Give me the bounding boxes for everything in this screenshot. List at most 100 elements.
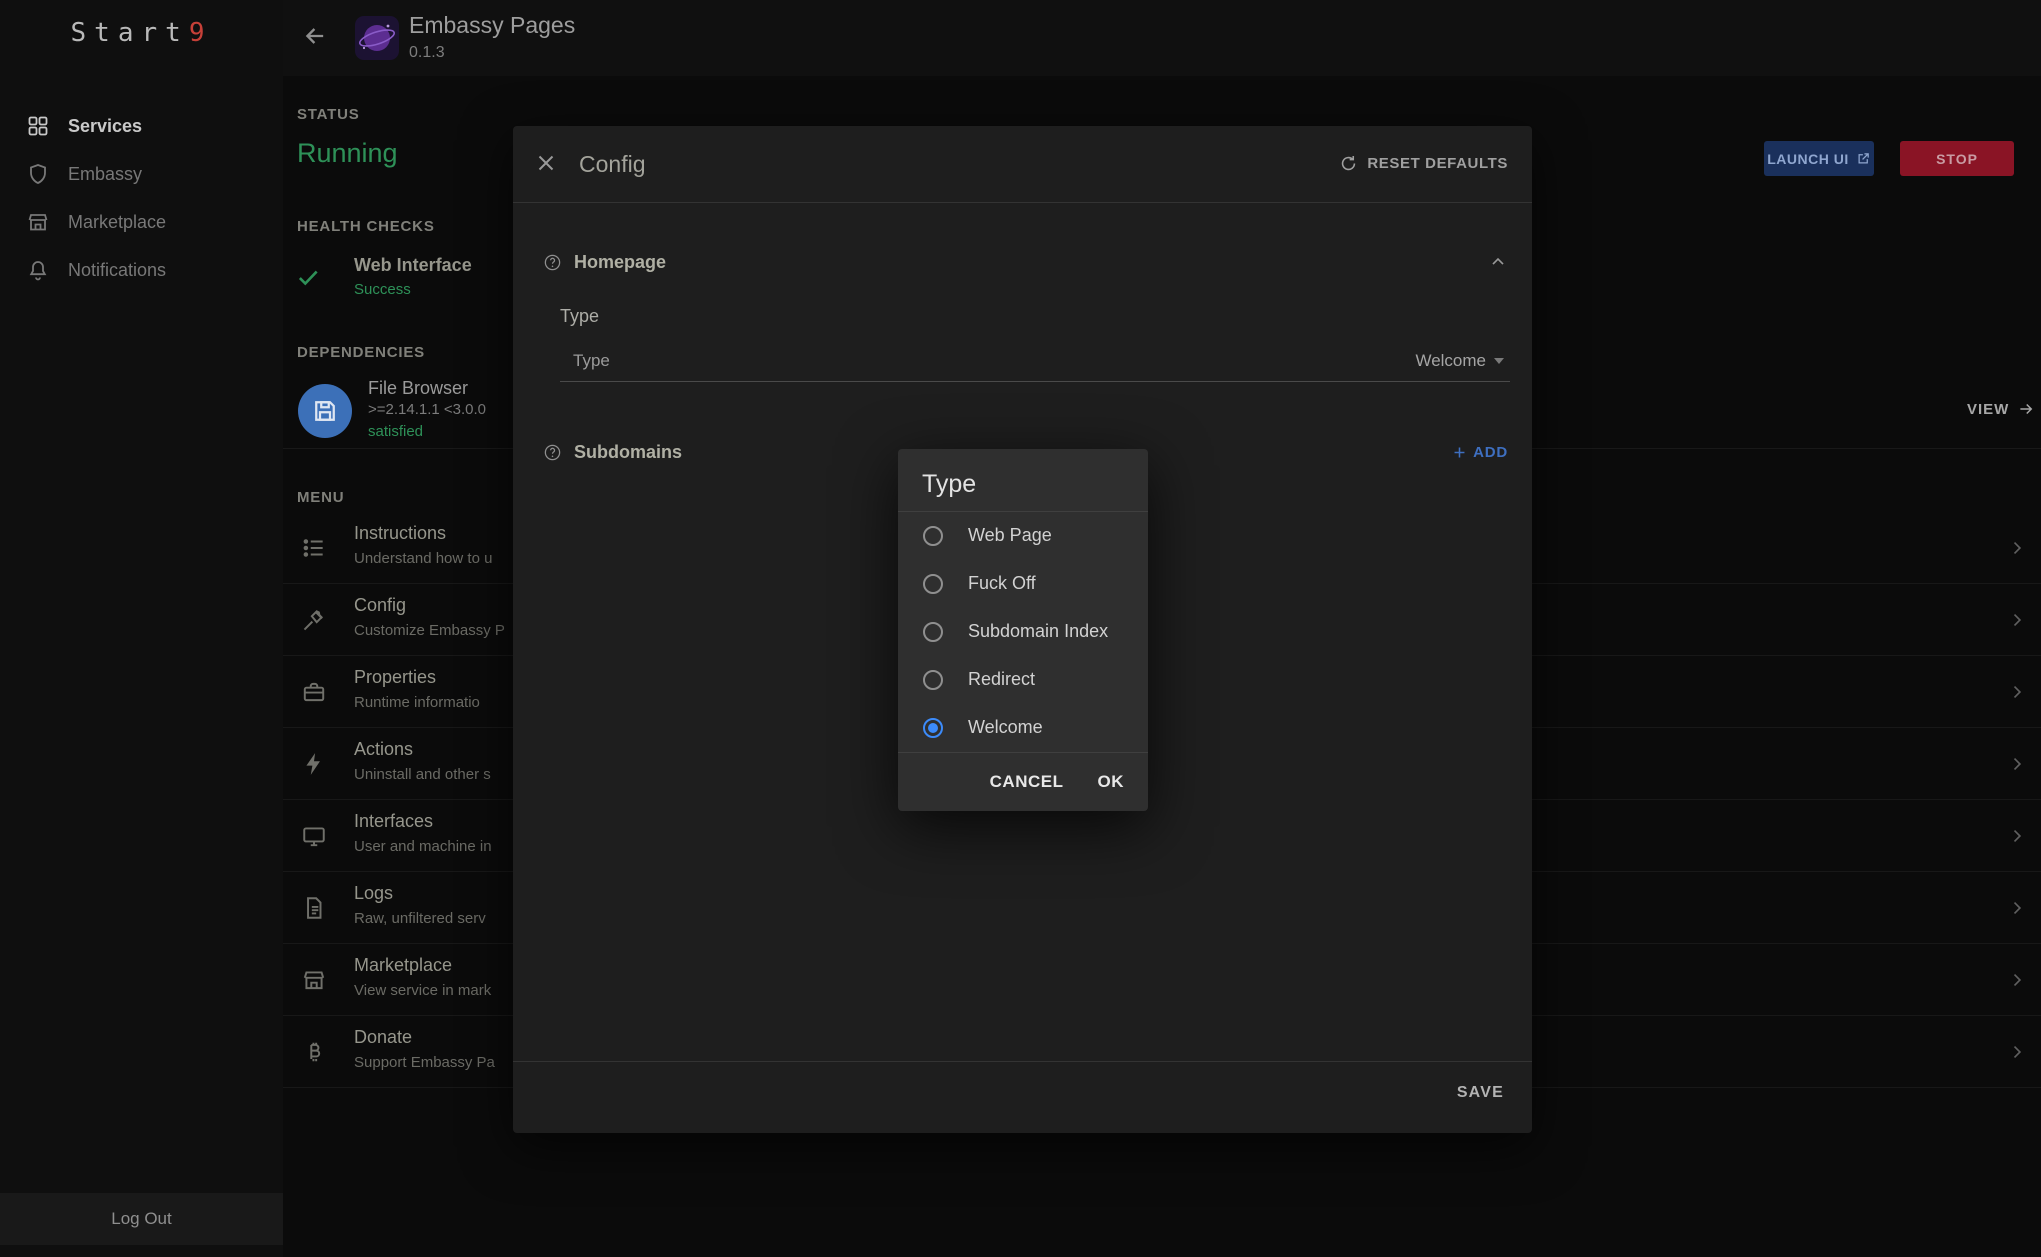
radio-option-welcome[interactable]: Welcome [898,704,1148,752]
menu-item-title: Donate [354,1027,412,1048]
config-modal-header: Config RESET DEFAULTS [513,126,1532,203]
health-check-name: Web Interface [354,255,472,276]
storefront-icon [301,967,327,993]
arrow-forward-icon [2017,400,2035,418]
sidebar-item-label: Embassy [68,164,142,185]
sidebar-item-label: Notifications [68,260,166,281]
plus-icon [1451,444,1468,461]
grid-icon [26,114,50,138]
back-arrow-icon[interactable] [301,22,333,54]
menu-item-description: Customize Embassy P [354,622,505,639]
radio-option-label: Redirect [968,669,1035,690]
chevron-right-icon [2007,898,2027,918]
radio-button[interactable] [923,526,943,546]
add-label: ADD [1473,444,1508,461]
lightning-icon [301,751,327,777]
launch-ui-label: LAUNCH UI [1767,151,1849,167]
menu-section-label: MENU [297,489,344,506]
sidebar-nav: Services Embassy Marketplace Notificatio… [0,102,283,294]
bell-icon [26,258,50,282]
radio-option-label: Subdomain Index [968,621,1108,642]
logo-accent: 9 [189,18,213,48]
service-app-icon [355,16,399,60]
chevron-right-icon [2007,970,2027,990]
menu-item-title: Config [354,595,406,616]
view-label: VIEW [1967,401,2009,418]
config-modal-footer: SAVE [513,1061,1532,1133]
dependency-version: >=2.14.1.1 <3.0.0 [368,401,486,418]
type-field-value: Welcome [1415,351,1486,371]
service-title: Embassy Pages [409,12,575,39]
chevron-right-icon [2007,538,2027,558]
sidebar-item-embassy[interactable]: Embassy [0,150,283,198]
status-section-label: STATUS [297,106,360,123]
briefcase-icon [301,679,327,705]
chevron-up-icon[interactable] [1488,252,1508,272]
logo-text: Start [71,18,189,48]
homepage-section-label: Homepage [574,252,666,273]
sidebar-item-marketplace[interactable]: Marketplace [0,198,283,246]
radio-option-web-page[interactable]: Web Page [898,512,1148,560]
caret-down-icon [1494,358,1504,364]
menu-item-title: Instructions [354,523,446,544]
chevron-right-icon [2007,826,2027,846]
menu-item-description: User and machine in [354,838,492,855]
config-modal-title: Config [579,151,645,178]
service-version: 0.1.3 [409,44,445,62]
menu-item-description: Runtime informatio [354,694,480,711]
stop-label: STOP [1936,151,1978,167]
cancel-button[interactable]: CANCEL [990,772,1064,792]
radio-option-label: Web Page [968,525,1052,546]
menu-item-description: Raw, unfiltered serv [354,910,486,927]
type-dialog: Type Web Page Fuck Off Subdomain Index R… [898,449,1148,811]
dependency-name: File Browser [368,378,468,399]
help-circle-icon [543,443,562,462]
dependency-view-link[interactable]: VIEW [1967,400,2035,418]
subdomains-section-label: Subdomains [574,442,682,463]
menu-item-description: Understand how to u [354,550,492,567]
refresh-icon [1339,154,1358,173]
radio-button[interactable] [923,574,943,594]
type-dialog-title: Type [922,470,976,499]
health-checks-section-label: HEALTH CHECKS [297,218,435,235]
sidebar-item-label: Marketplace [68,212,166,233]
radio-option-subdomain-index[interactable]: Subdomain Index [898,608,1148,656]
radio-option-label: Welcome [968,717,1043,738]
save-button[interactable]: SAVE [1457,1084,1504,1102]
homepage-section-header[interactable]: Homepage [543,246,1508,278]
radio-button[interactable] [923,718,943,738]
logout-button[interactable]: Log Out [0,1193,283,1245]
start9-logo: Start9 [0,18,283,48]
screen: Start9 Services Embassy Marketplace [0,0,2041,1257]
radio-button[interactable] [923,670,943,690]
chevron-right-icon [2007,754,2027,774]
bitcoin-icon [301,1039,327,1065]
menu-item-title: Actions [354,739,413,760]
file-browser-icon [298,384,352,438]
reset-defaults-button[interactable]: RESET DEFAULTS [1339,154,1508,173]
radio-option-fuck-off[interactable]: Fuck Off [898,560,1148,608]
launch-ui-button[interactable]: LAUNCH UI [1764,141,1874,176]
radio-option-label: Fuck Off [968,573,1036,594]
radio-button[interactable] [923,622,943,642]
service-header: Embassy Pages 0.1.3 [283,0,2041,76]
document-icon [301,895,327,921]
menu-item-description: Support Embassy Pa [354,1054,495,1071]
radio-option-redirect[interactable]: Redirect [898,656,1148,704]
sidebar-item-services[interactable]: Services [0,102,283,150]
storefront-icon [26,210,50,234]
reset-defaults-label: RESET DEFAULTS [1367,155,1508,172]
ok-button[interactable]: OK [1098,772,1125,792]
status-value: Running [297,138,398,169]
sidebar-item-label: Services [68,116,142,137]
close-icon[interactable] [533,150,563,180]
type-option-list: Web Page Fuck Off Subdomain Index Redire… [898,512,1148,752]
type-field-label: Type [560,351,610,371]
type-select-field[interactable]: Type Welcome [560,340,1510,382]
stop-button[interactable]: STOP [1900,141,2014,176]
external-link-icon [1856,151,1871,166]
sidebar-item-notifications[interactable]: Notifications [0,246,283,294]
dependency-status: satisfied [368,423,423,440]
add-subdomain-button[interactable]: ADD [1451,444,1508,461]
checkmark-icon [295,264,321,290]
